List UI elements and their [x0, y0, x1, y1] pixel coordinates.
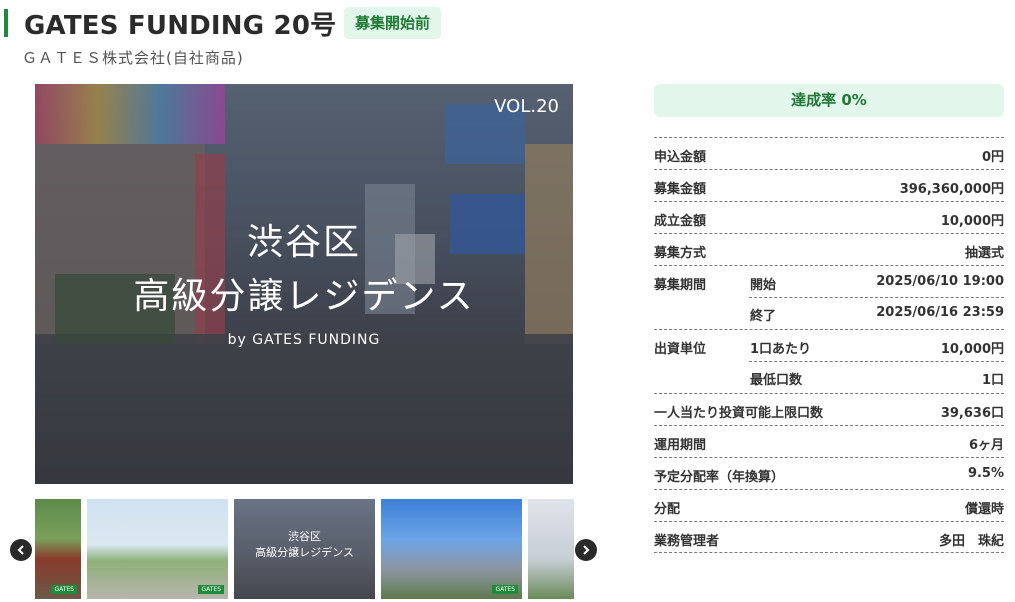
info-label: 出資単位 [654, 342, 707, 357]
info-label: 一人当たり投資可能上限口数 [654, 406, 824, 421]
carousel-prev-button[interactable] [10, 539, 32, 561]
row-divider [749, 297, 1004, 298]
hero-title: 渋谷区 高級分譲レジデンス [35, 216, 573, 324]
info-value: 9.5% [967, 466, 1004, 481]
thumbnail-tower[interactable]: GATES [381, 499, 522, 599]
info-label: 分配 [654, 502, 681, 517]
info-label: 予定分配率（年換算） [654, 470, 785, 485]
page-title: GATES FUNDING 20号 [4, 8, 336, 41]
info-row-limit: 一人当たり投資可能上限口数 39,636口 [654, 393, 1004, 425]
info-value: 6ヶ月 [968, 438, 1004, 453]
thumbnail-building[interactable] [528, 499, 574, 599]
info-label: 募集期間 [654, 278, 707, 293]
achievement-rate: 達成率 0% [654, 84, 1004, 117]
info-sublabel: 開始 [750, 278, 777, 293]
info-row-yield: 予定分配率（年換算） 9.5% [654, 457, 1004, 489]
info-row-target: 募集金額 396,360,000円 [654, 169, 1004, 201]
info-row-period-start: 募集期間 開始 2025/06/10 19:00 [654, 265, 1004, 297]
info-row-period-end: 終了 2025/06/16 23:59 [654, 297, 1004, 329]
info-row-method: 募集方式 抽選式 [654, 233, 1004, 265]
info-value: 10,000円 [940, 214, 1004, 229]
info-row-unit-per: 出資単位 1口あたり 10,000円 [654, 329, 1004, 361]
info-value: 多田 珠紀 [938, 534, 1004, 549]
chevron-right-icon [583, 545, 590, 555]
info-value: 0円 [981, 150, 1004, 165]
thumbnail-tag: GATES [51, 585, 77, 594]
info-value: 1口 [981, 373, 1004, 388]
thumbnail-plaza[interactable]: GATES [87, 499, 228, 599]
info-label: 運用期間 [654, 438, 707, 453]
info-value: 償還時 [964, 502, 1004, 517]
chevron-left-icon [17, 545, 24, 555]
info-label: 申込金額 [654, 150, 707, 165]
thumbnail-strip: GATES GATES 渋谷区 高級分譲レジデンス GATES [35, 499, 574, 599]
info-row-distribution: 分配 償還時 [654, 489, 1004, 521]
hero-image: VOL.20 渋谷区 高級分譲レジデンス by GATES FUNDING [35, 84, 573, 484]
info-row-term: 運用期間 6ヶ月 [654, 425, 1004, 457]
hero-title-line2: 高級分譲レジデンス [133, 276, 475, 317]
hero-volume: VOL.20 [494, 96, 559, 117]
info-value: 抽選式 [964, 246, 1004, 261]
thumbnail-tag: GATES [198, 585, 224, 594]
info-row-unit-min: 最低口数 1口 [654, 361, 1004, 393]
status-badge: 募集開始前 [344, 7, 442, 39]
thumbnail-cover-line1: 渋谷区 [288, 530, 321, 543]
thumbnail-cover[interactable]: 渋谷区 高級分譲レジデンス [234, 499, 375, 599]
hero-byline: by GATES FUNDING [227, 332, 381, 348]
hero-title-line1: 渋谷区 [246, 222, 361, 263]
fund-info-table: 申込金額 0円 募集金額 396,360,000円 成立金額 10,000円 募… [654, 137, 1004, 553]
info-value: 396,360,000円 [899, 182, 1004, 197]
thumbnail-shrine[interactable]: GATES [35, 499, 81, 599]
info-row-minimum: 成立金額 10,000円 [654, 201, 1004, 233]
info-label: 成立金額 [654, 214, 707, 229]
fund-title: GATES FUNDING 20号 [24, 10, 337, 41]
thumbnail-cover-line2: 高級分譲レジデンス [255, 546, 354, 559]
info-label: 業務管理者 [654, 534, 720, 549]
row-divider [749, 361, 1004, 362]
info-row-applied: 申込金額 0円 [654, 137, 1004, 169]
info-value: 2025/06/16 23:59 [876, 305, 1004, 320]
thumbnail-tag: GATES [492, 585, 518, 594]
info-sublabel: 終了 [750, 309, 777, 324]
carousel-next-button[interactable] [575, 539, 597, 561]
company-name: ＧＡＴＥＳ株式会社(自社商品) [22, 49, 244, 67]
info-row-manager: 業務管理者 多田 珠紀 [654, 521, 1004, 553]
info-sublabel: 1口あたり [750, 342, 812, 357]
title-accent-bar [4, 9, 8, 37]
info-value: 2025/06/10 19:00 [876, 274, 1004, 289]
info-sublabel: 最低口数 [750, 373, 803, 388]
info-value: 39,636口 [940, 406, 1004, 421]
info-value: 10,000円 [940, 342, 1004, 357]
info-label: 募集金額 [654, 182, 707, 197]
info-label: 募集方式 [654, 246, 707, 261]
